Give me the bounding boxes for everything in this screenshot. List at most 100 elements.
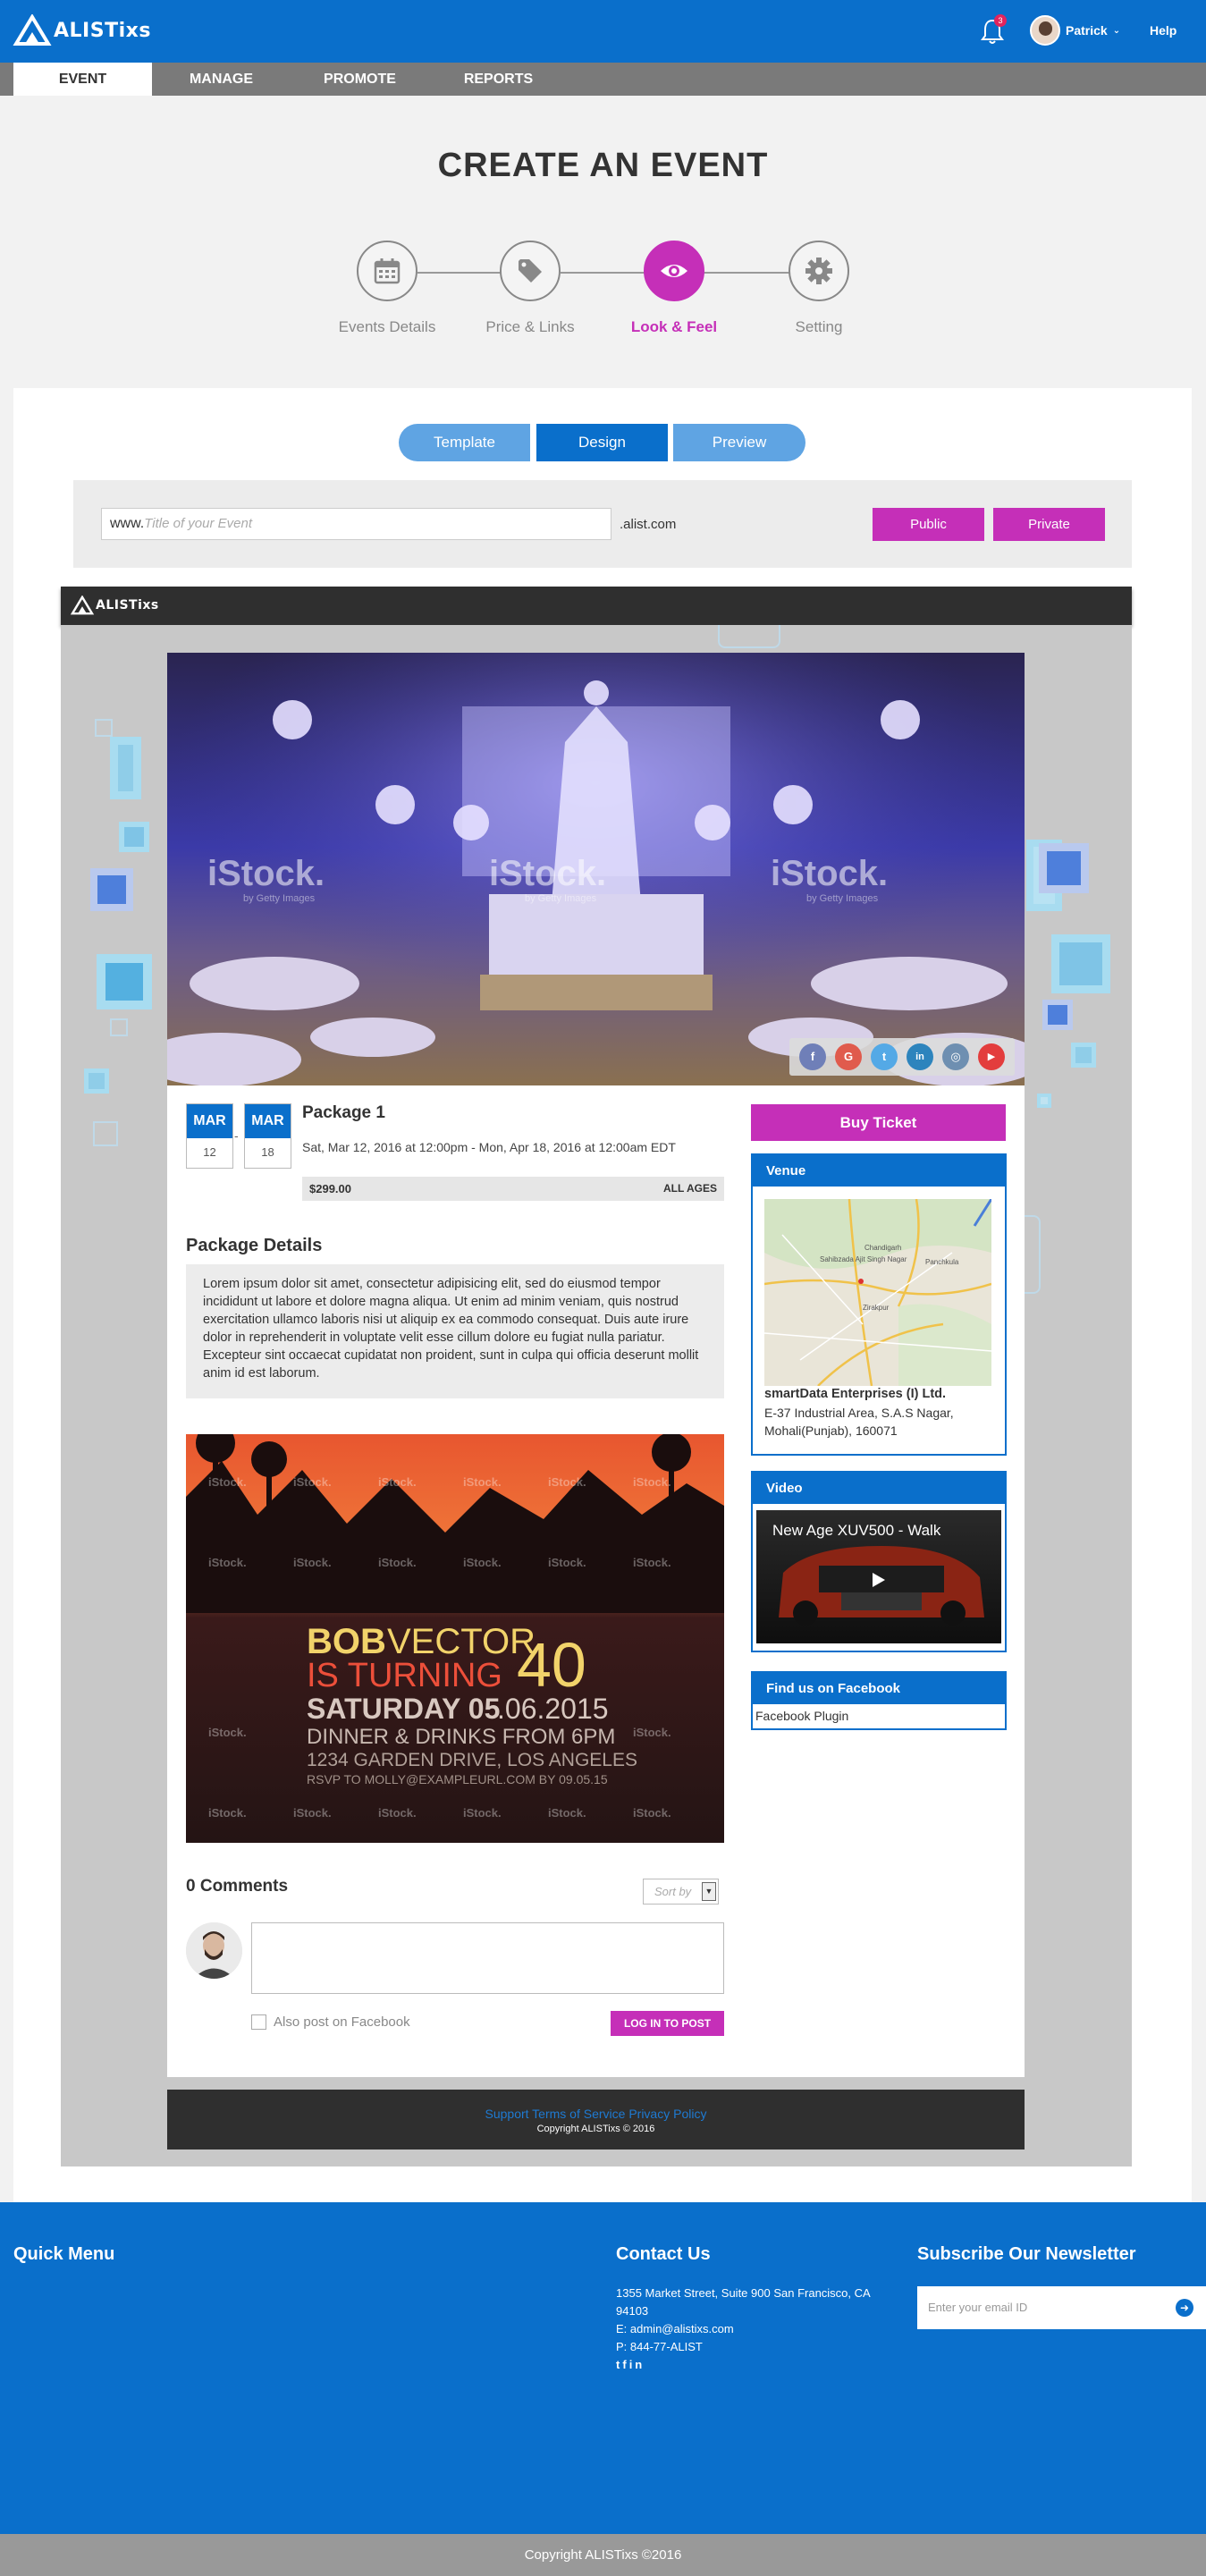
venue-address: E-37 Industrial Area, S.A.S Nagar, Mohal… <box>764 1406 954 1438</box>
newsletter-heading: Subscribe Our Newsletter <box>917 2244 1136 2264</box>
watermark: iStock. <box>207 854 325 893</box>
arrow-right-icon[interactable]: ➜ <box>1176 2299 1193 2317</box>
event-url-input[interactable]: www.Title of your Event <box>101 508 611 540</box>
linkedin-icon[interactable]: in <box>907 1043 933 1070</box>
linkedin-icon[interactable]: in <box>629 2358 645 2371</box>
flyer-age: 40 <box>517 1630 586 1700</box>
preview-button[interactable]: Preview <box>673 424 805 461</box>
flyer-line4: DINNER & DRINKS FROM 6PM <box>307 1725 615 1749</box>
end-month: MAR <box>245 1104 291 1138</box>
help-link[interactable]: Help <box>1150 23 1176 38</box>
step-price-links[interactable] <box>500 241 561 301</box>
package-price-row: ALL AGES $299.00 <box>302 1177 724 1201</box>
contact-email[interactable]: E: admin@alistixs.com <box>616 2320 884 2338</box>
step-setting[interactable] <box>789 241 849 301</box>
package-details-text: Lorem ipsum dolor sit amet, consectetur … <box>186 1264 724 1398</box>
svg-text:iStock.: iStock. <box>548 1556 586 1569</box>
also-post-label: Also post on Facebook <box>274 2014 410 2030</box>
flyer-line6: RSVP TO MOLLY@EXAMPLEURL.COM BY 09.05.15 <box>307 1772 608 1786</box>
brand-logo[interactable]: ALISTixs <box>13 14 151 46</box>
svg-text:iStock.: iStock. <box>208 1556 247 1569</box>
svg-text:iStock.: iStock. <box>633 1806 671 1820</box>
flyer-name1: BOB <box>307 1622 386 1661</box>
tab-promote[interactable]: PROMOTE <box>291 63 429 96</box>
watermark: iStock. <box>489 854 606 893</box>
svg-text:iStock.: iStock. <box>633 1556 671 1569</box>
preview-copyright: Copyright ALISTixs © 2016 <box>536 2124 655 2134</box>
chevron-down-icon: ⌄ <box>1112 25 1121 36</box>
map-label: Chandigarh <box>864 1244 901 1252</box>
calendar-icon <box>374 258 401 284</box>
tab-reports[interactable]: REPORTS <box>429 63 568 96</box>
step-look-feel[interactable] <box>644 241 704 301</box>
social-share-bar: f G t in ◎ ▶ <box>789 1038 1015 1076</box>
flyer-line2: IS TURNING <box>307 1657 502 1694</box>
youtube-icon[interactable]: ▶ <box>978 1043 1005 1070</box>
login-to-post-button[interactable]: LOG IN TO POST <box>611 2011 724 2036</box>
brand-name: ALISTixs <box>54 19 151 42</box>
tab-event[interactable]: EVENT <box>13 63 152 96</box>
video-caption: New Age XUV500 - Walk <box>772 1522 941 1539</box>
sort-select[interactable]: Sort by ▼ <box>643 1879 719 1905</box>
start-month: MAR <box>187 1104 232 1138</box>
video-player[interactable]: New Age XUV500 - Walk <box>756 1510 1001 1643</box>
user-photo-icon <box>186 1922 242 1979</box>
contact-address: 1355 Market Street, Suite 900 San Franci… <box>616 2286 870 2318</box>
buy-ticket-button[interactable]: Buy Ticket <box>751 1104 1006 1141</box>
start-date-box: MAR 12 <box>186 1103 233 1169</box>
svg-text:iStock.: iStock. <box>208 1806 247 1820</box>
newsletter-email-input[interactable]: Enter your email ID ➜ <box>917 2286 1206 2329</box>
flyer-name2: VECTOR <box>387 1622 536 1661</box>
logo-mark-icon <box>13 14 52 46</box>
svg-text:iStock.: iStock. <box>378 1475 417 1489</box>
venue-map[interactable]: Chandigarh Sahibzada Ajit Singh Nagar Pa… <box>764 1199 991 1386</box>
tab-manage[interactable]: MANAGE <box>152 63 291 96</box>
instagram-icon[interactable]: ◎ <box>942 1043 969 1070</box>
template-button[interactable]: Template <box>399 424 530 461</box>
notification-badge: 3 <box>994 14 1007 27</box>
avatar <box>186 1922 242 1979</box>
svg-text:by Getty Images: by Getty Images <box>525 893 597 904</box>
svg-text:iStock.: iStock. <box>293 1806 332 1820</box>
step-label: Setting <box>795 318 843 335</box>
svg-text:by Getty Images: by Getty Images <box>806 893 879 904</box>
twitter-icon[interactable]: t <box>871 1043 898 1070</box>
design-button[interactable]: Design <box>536 424 668 461</box>
comment-textarea[interactable] <box>251 1922 724 1994</box>
svg-text:iStock.: iStock. <box>293 1556 332 1569</box>
map-label: Sahibzada Ajit Singh Nagar <box>820 1255 907 1263</box>
facebook-plugin[interactable]: Facebook Plugin <box>755 1709 848 1723</box>
preview-header <box>61 587 1132 625</box>
venue-name: smartData Enterprises (I) Ltd. <box>764 1387 947 1401</box>
user-menu[interactable]: Patrick ⌄ <box>1030 15 1120 46</box>
svg-text:by Getty Images: by Getty Images <box>243 893 316 904</box>
dropdown-arrow-icon: ▼ <box>702 1882 716 1901</box>
preview-logo: ALISTixs <box>70 595 159 615</box>
svg-text:iStock.: iStock. <box>633 1475 671 1489</box>
gear-icon <box>805 258 832 284</box>
public-button[interactable]: Public <box>873 508 984 541</box>
avatar <box>1030 15 1060 46</box>
also-post-checkbox[interactable] <box>251 2014 266 2030</box>
private-button[interactable]: Private <box>993 508 1105 541</box>
facebook-heading: Find us on Facebook <box>753 1673 1005 1704</box>
svg-text:iStock.: iStock. <box>208 1726 247 1739</box>
svg-text:iStock.: iStock. <box>463 1556 502 1569</box>
contact-info: 1355 Market Street, Suite 900 San Franci… <box>616 2285 884 2374</box>
step-connector <box>703 272 790 274</box>
svg-text:iStock.: iStock. <box>548 1475 586 1489</box>
package-title: Package 1 <box>302 1103 385 1122</box>
facebook-icon[interactable]: f <box>622 2358 628 2371</box>
preview-footer: Support Terms of Service Privacy Policy … <box>167 2090 1025 2149</box>
google-plus-icon[interactable]: G <box>835 1043 862 1070</box>
contact-phone: P: 844-77-ALIST <box>616 2340 703 2353</box>
preview-brand-name: ALISTixs <box>96 598 159 612</box>
preview-footer-links[interactable]: Support Terms of Service Privacy Policy <box>167 2107 1025 2121</box>
flyer-date-a: SATURDAY 05 <box>307 1693 500 1725</box>
eye-icon <box>661 265 687 277</box>
step-events-details[interactable] <box>357 241 417 301</box>
logo-mark-icon <box>70 595 95 615</box>
facebook-icon[interactable]: f <box>799 1043 826 1070</box>
user-name: Patrick <box>1066 23 1108 38</box>
url-suffix: .alist.com <box>620 517 677 532</box>
